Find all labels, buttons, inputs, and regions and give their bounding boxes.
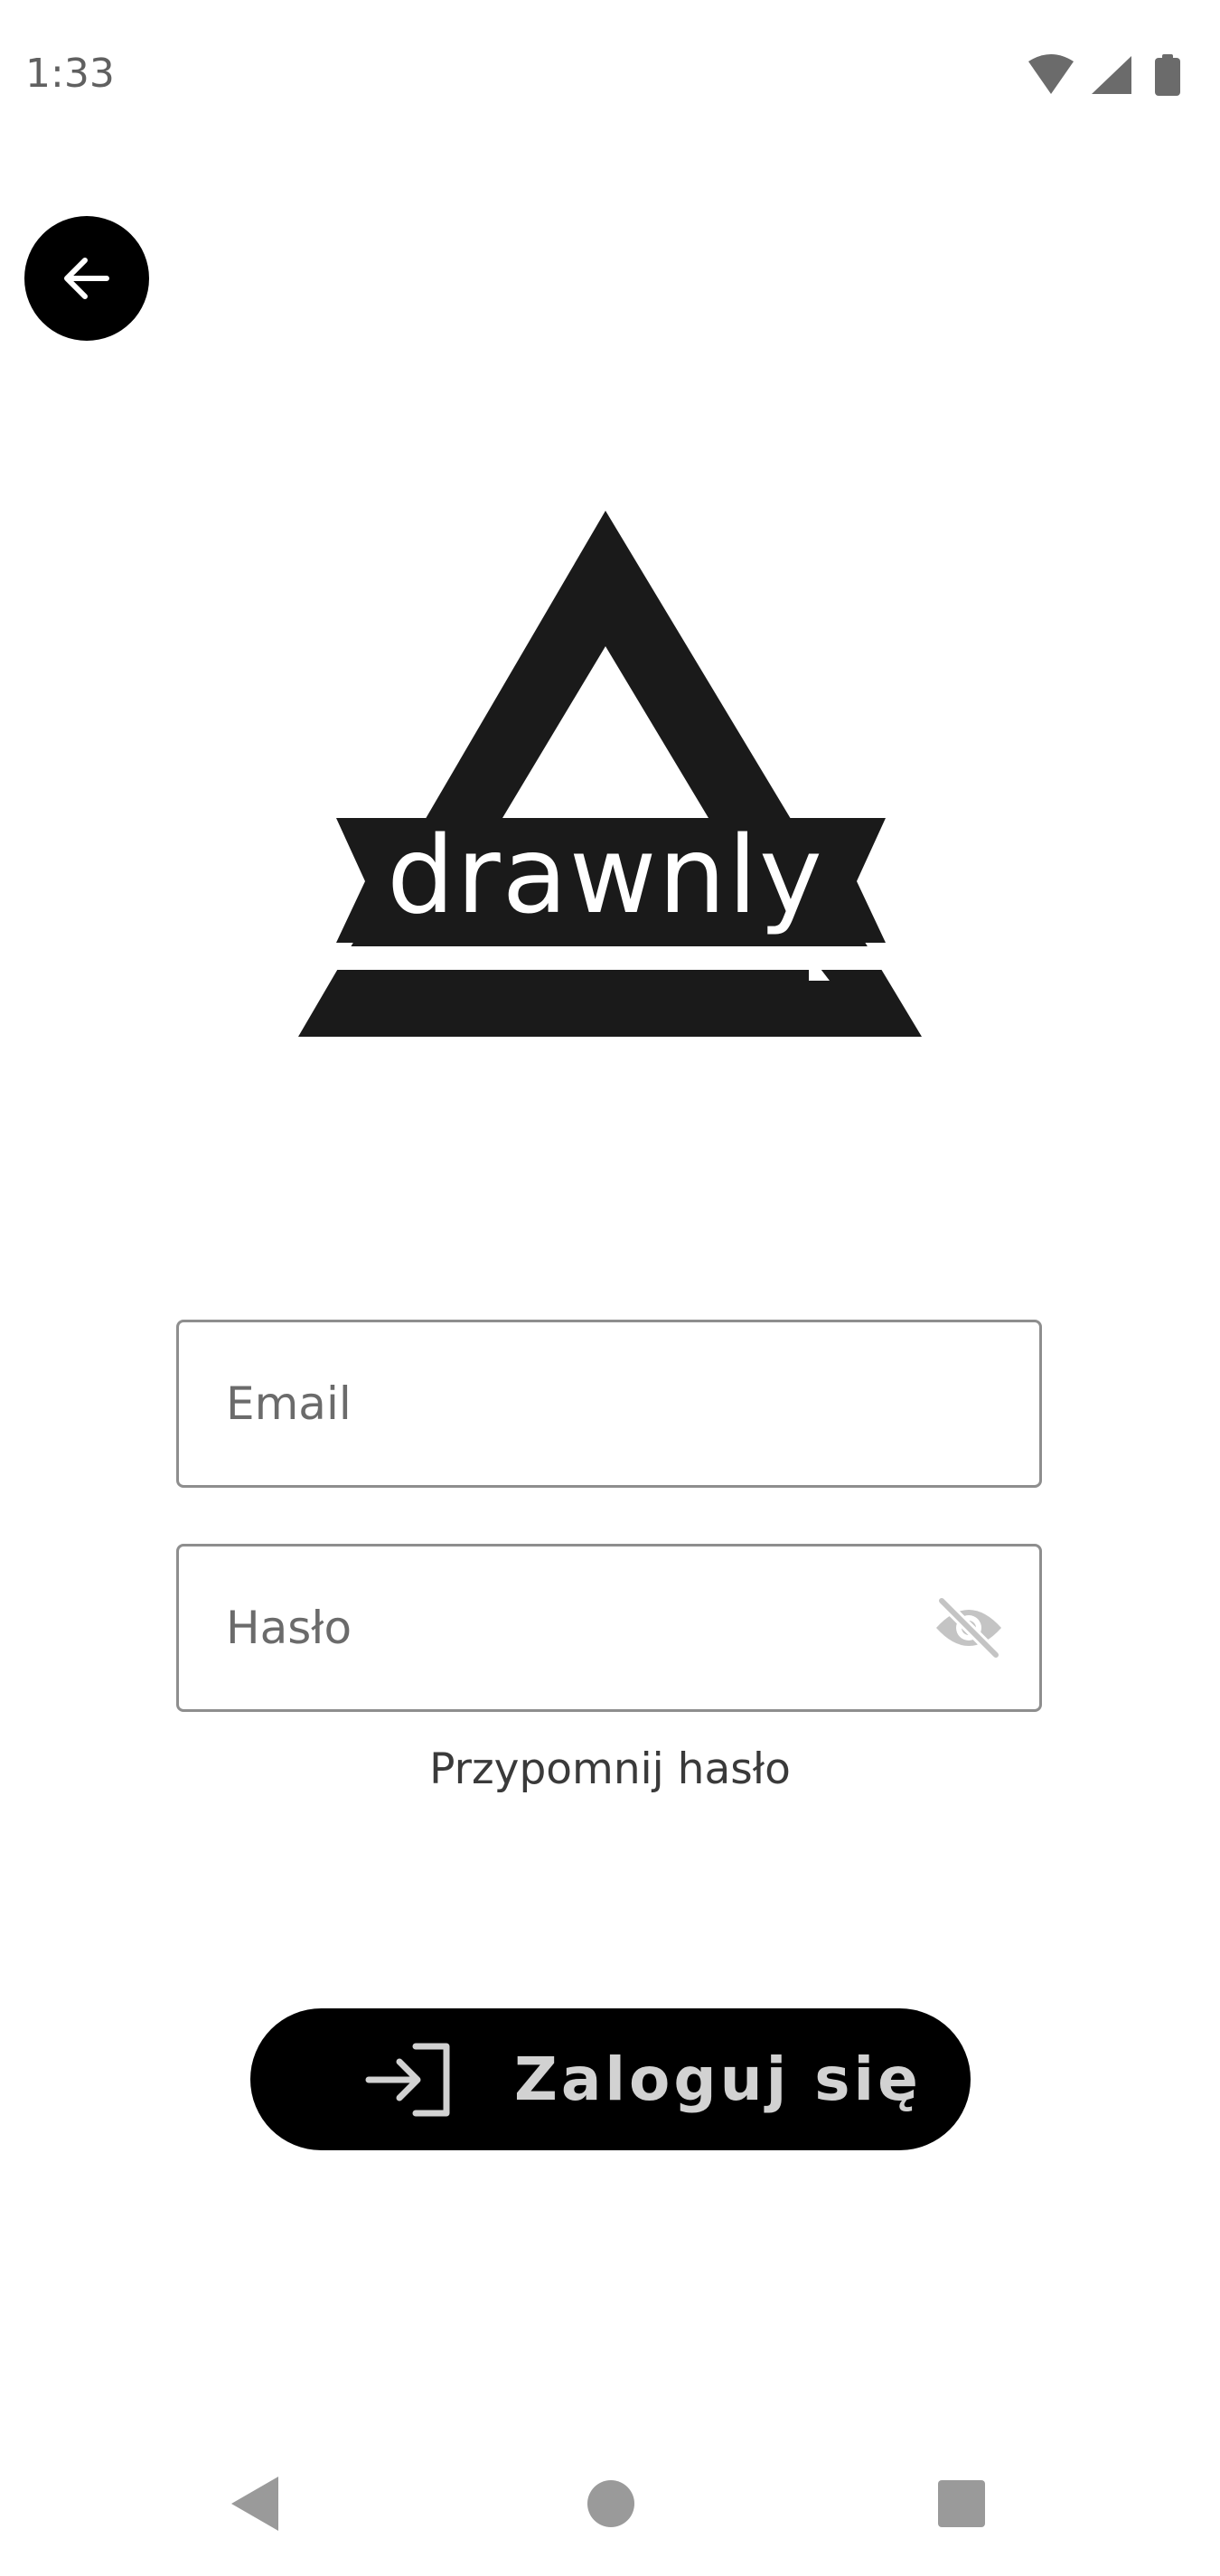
login-button-label: Zaloguj się [514, 2045, 922, 2114]
password-field[interactable] [176, 1544, 1042, 1712]
back-button[interactable] [24, 216, 149, 341]
drawnly-logo: drawnly [298, 511, 922, 1037]
wifi-icon [1028, 54, 1074, 94]
password-visibility-toggle[interactable] [933, 1595, 1005, 1660]
eye-off-icon [936, 1595, 1001, 1660]
email-field[interactable] [176, 1320, 1042, 1488]
status-icons [1028, 54, 1180, 96]
system-nav-bar [0, 2431, 1220, 2576]
password-input[interactable] [226, 1547, 931, 1709]
arrow-left-icon [64, 258, 109, 299]
nav-back-icon[interactable] [219, 2468, 291, 2540]
battery-icon [1155, 54, 1180, 96]
signal-icon [1092, 56, 1131, 94]
forgot-password-link[interactable]: Przypomnij hasło [0, 1744, 1220, 1794]
login-button[interactable]: Zaloguj się [250, 2008, 971, 2150]
nav-recents-icon[interactable] [925, 2468, 998, 2540]
logo-text: drawnly [387, 813, 824, 937]
login-icon [365, 2043, 450, 2117]
email-input[interactable] [226, 1322, 931, 1485]
nav-home-icon[interactable] [575, 2468, 647, 2540]
status-bar: 1:33 [0, 0, 1220, 154]
status-time: 1:33 [25, 51, 115, 97]
